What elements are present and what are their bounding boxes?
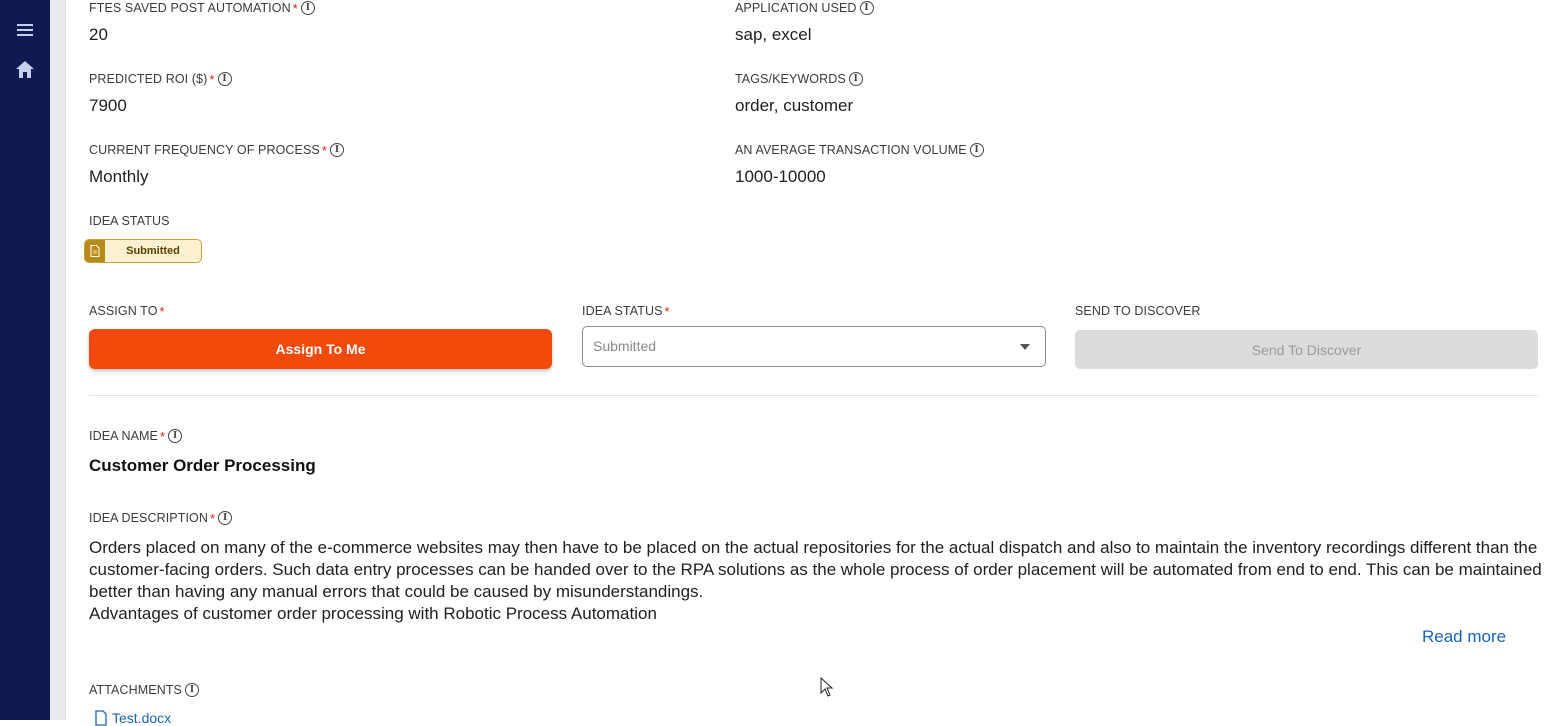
caret-down-icon bbox=[1020, 344, 1030, 350]
assign-to-label: ASSIGN TO bbox=[89, 304, 158, 318]
hamburger-menu-icon[interactable] bbox=[13, 18, 37, 42]
send-to-discover-label: SEND TO DISCOVER bbox=[1075, 304, 1201, 318]
avg-transaction-volume-value: 1000-10000 bbox=[735, 167, 826, 186]
required-mark: * bbox=[209, 71, 215, 87]
sidebar bbox=[0, 0, 50, 720]
info-icon[interactable]: i bbox=[848, 72, 863, 86]
attachments-field: ATTACHMENTS i bbox=[89, 682, 199, 698]
status-badge: Submitted bbox=[84, 239, 202, 263]
send-to-discover-button[interactable]: Send To Discover bbox=[1075, 330, 1538, 369]
idea-status-select-label: IDEA STATUS bbox=[582, 304, 663, 318]
idea-description-paragraph: Advantages of customer order processing … bbox=[89, 604, 657, 623]
current-frequency-label: CURRENT FREQUENCY OF PROCESS bbox=[89, 143, 320, 157]
file-icon bbox=[95, 710, 107, 726]
required-mark: * bbox=[159, 428, 166, 444]
idea-status-display-field: IDEA STATUS bbox=[89, 213, 170, 229]
predicted-roi-field: PREDICTED ROI ($) * i 7900 bbox=[89, 71, 232, 116]
info-icon[interactable]: i bbox=[168, 429, 183, 443]
info-icon[interactable]: i bbox=[185, 683, 199, 697]
avg-transaction-volume-field: AN AVERAGE TRANSACTION VOLUME i 1000-100… bbox=[735, 142, 984, 187]
tags-keywords-label: TAGS/KEYWORDS bbox=[735, 72, 846, 86]
tags-keywords-field: TAGS/KEYWORDS i order, customer bbox=[735, 71, 863, 116]
document-icon bbox=[85, 240, 105, 262]
idea-description-paragraph: Orders placed on many of the e-commerce … bbox=[89, 538, 1542, 601]
home-icon[interactable] bbox=[13, 58, 37, 82]
predicted-roi-value: 7900 bbox=[89, 96, 127, 115]
current-frequency-value: Monthly bbox=[89, 167, 149, 186]
application-used-field: APPLICATION USED i sap, excel bbox=[735, 0, 874, 45]
attachment-link[interactable]: Test.docx bbox=[94, 710, 171, 726]
idea-status-select[interactable]: Submitted bbox=[582, 326, 1046, 367]
info-icon[interactable]: i bbox=[969, 143, 984, 157]
idea-status-select-field: IDEA STATUS * bbox=[582, 303, 670, 319]
application-used-value: sap, excel bbox=[735, 25, 812, 44]
idea-status-select-value: Submitted bbox=[593, 338, 657, 354]
current-frequency-field: CURRENT FREQUENCY OF PROCESS * i Monthly bbox=[89, 142, 345, 187]
idea-description-label: IDEA DESCRIPTION bbox=[89, 511, 208, 525]
info-icon[interactable]: i bbox=[859, 1, 874, 15]
predicted-roi-label: PREDICTED ROI ($) bbox=[89, 72, 208, 86]
ftes-saved-field: FTES SAVED POST AUTOMATION * i 20 bbox=[89, 0, 315, 45]
info-icon[interactable]: i bbox=[218, 511, 233, 525]
required-mark: * bbox=[664, 303, 670, 319]
info-icon[interactable]: i bbox=[330, 143, 345, 157]
info-icon[interactable]: i bbox=[217, 72, 232, 86]
attachment-file-name: Test.docx bbox=[112, 710, 172, 726]
idea-detail-panel: FTES SAVED POST AUTOMATION * i 20 APPLIC… bbox=[66, 0, 1567, 726]
assign-to-field: ASSIGN TO * bbox=[89, 303, 165, 319]
avg-transaction-volume-label: AN AVERAGE TRANSACTION VOLUME bbox=[735, 143, 967, 157]
attachments-label: ATTACHMENTS bbox=[89, 683, 182, 697]
assign-to-me-button[interactable]: Assign To Me bbox=[89, 329, 552, 369]
mouse-cursor-icon bbox=[820, 677, 834, 697]
section-divider bbox=[89, 395, 1538, 396]
application-used-label: APPLICATION USED bbox=[735, 1, 857, 15]
idea-name-label: IDEA NAME bbox=[89, 429, 158, 443]
sidebar-gutter bbox=[50, 0, 66, 720]
idea-name-value: Customer Order Processing bbox=[89, 456, 316, 475]
required-mark: * bbox=[321, 142, 328, 158]
idea-description-text: Orders placed on many of the e-commerce … bbox=[89, 537, 1549, 625]
idea-description-field: IDEA DESCRIPTION * i bbox=[89, 510, 233, 526]
status-badge-text: Submitted bbox=[126, 245, 180, 257]
info-icon[interactable]: i bbox=[300, 1, 315, 15]
required-mark: * bbox=[159, 303, 165, 319]
idea-status-display-label: IDEA STATUS bbox=[89, 214, 170, 228]
required-mark: * bbox=[292, 0, 298, 16]
ftes-saved-label: FTES SAVED POST AUTOMATION bbox=[89, 1, 291, 15]
send-to-discover-field: SEND TO DISCOVER bbox=[1075, 303, 1200, 319]
required-mark: * bbox=[209, 510, 216, 526]
ftes-saved-value: 20 bbox=[89, 25, 108, 44]
idea-name-field: IDEA NAME * i Customer Order Processing bbox=[89, 428, 316, 476]
read-more-link[interactable]: Read more bbox=[1422, 627, 1506, 647]
tags-keywords-value: order, customer bbox=[735, 96, 854, 115]
